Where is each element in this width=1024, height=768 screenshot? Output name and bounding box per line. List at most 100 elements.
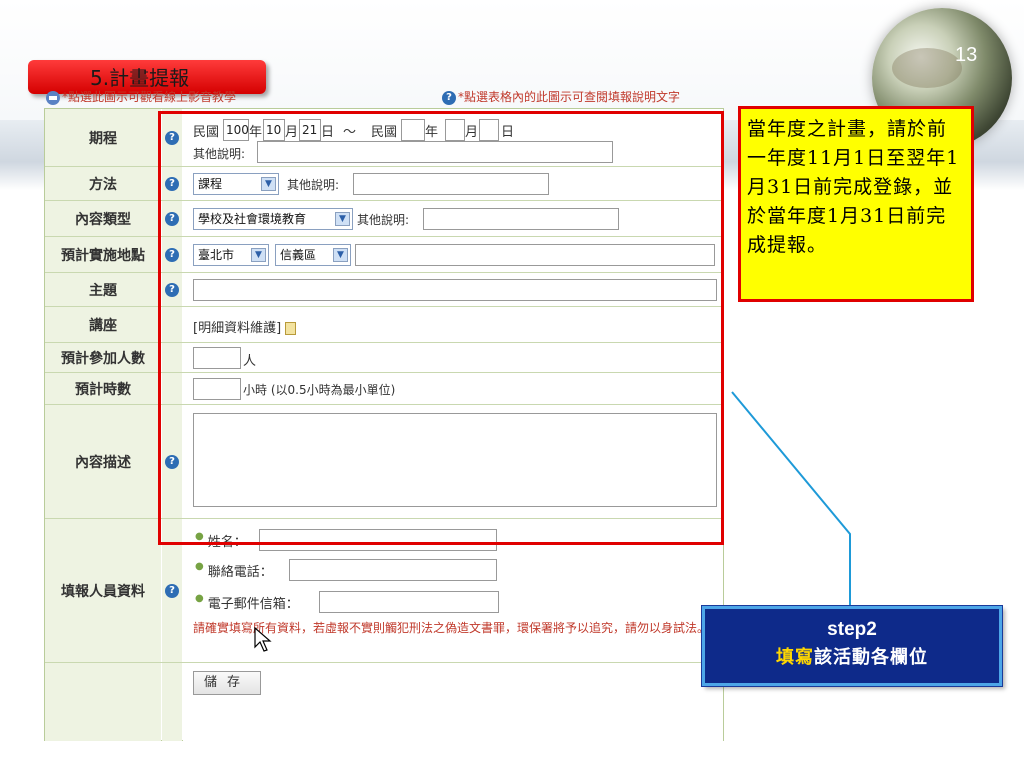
field-value: 儲存	[183, 663, 723, 741]
month-unit: 月	[465, 125, 479, 140]
range-tilde: ～	[343, 125, 357, 140]
field-label: 內容描述	[45, 405, 161, 518]
method-select[interactable]: 課程 ▼	[193, 173, 279, 195]
mouse-cursor-icon	[254, 627, 272, 652]
period-other-input[interactable]	[257, 141, 613, 163]
lecture-maintain-link[interactable]: [明細資料維護]	[193, 317, 297, 336]
field-label: 主題	[45, 273, 161, 306]
video-tutorial-link[interactable]: *點選此圖示可觀看線上影音教學	[46, 88, 236, 105]
year-unit: 年	[425, 125, 439, 140]
name-label: ● 姓名：	[195, 531, 247, 550]
help-icon[interactable]: ?	[162, 405, 182, 518]
chevron-down-icon: ▼	[251, 248, 266, 262]
form-row-location: 預計實施地點 ? 臺北市 ▼ 信義區 ▼	[45, 237, 723, 273]
end-year-input[interactable]	[401, 119, 425, 141]
chevron-down-icon: ▼	[333, 248, 348, 262]
help-icon[interactable]: ?	[162, 201, 182, 236]
step-subtitle: 填寫該活動各欄位	[776, 647, 928, 668]
help-links-row: *點選此圖示可觀看線上影音教學 ? *點選表格內的此圖示可查閱填報說明文字	[44, 88, 724, 108]
city-select[interactable]: 臺北市 ▼	[193, 244, 269, 266]
form-row-description: 內容描述 ?	[45, 405, 723, 519]
other-label: 其他說明:	[287, 178, 340, 192]
form-row-topic: 主題 ?	[45, 273, 723, 307]
form-row-method: 方法 ? 課程 ▼ 其他說明:	[45, 167, 723, 201]
end-day-input[interactable]	[479, 119, 499, 141]
field-label: 期程	[45, 109, 161, 166]
roc-prefix: 民國	[371, 125, 398, 140]
start-month-input[interactable]: 10	[263, 119, 285, 141]
content-type-other-input[interactable]	[423, 208, 619, 230]
form-row-hours: 預計時數 小時 (以0.5小時為最小單位)	[45, 373, 723, 405]
help-text-link[interactable]: ? *點選表格內的此圖示可查閱填報說明文字	[442, 88, 680, 105]
field-label: 預計實施地點	[45, 237, 161, 272]
document-icon	[285, 322, 297, 335]
roc-prefix: 民國	[193, 125, 220, 140]
year-unit: 年	[249, 125, 263, 140]
step-callout: step2 填寫該活動各欄位	[701, 605, 1003, 687]
topic-input[interactable]	[193, 279, 717, 301]
field-label: 方法	[45, 167, 161, 200]
end-month-input[interactable]	[445, 119, 465, 141]
hours-input[interactable]	[193, 378, 241, 400]
field-value: 民國 100 年 10 月 21 日 ～ 民國 年 月 日 其他說明:	[183, 109, 723, 166]
field-label: 預計時數	[45, 373, 161, 404]
slide-title: 5.計畫提報	[90, 66, 190, 90]
chevron-down-icon: ▼	[261, 177, 276, 191]
participants-unit: 人	[243, 354, 257, 369]
email-label: ● 電子郵件信箱：	[195, 593, 299, 612]
content-type-select[interactable]: 學校及社會環境教育 ▼	[193, 208, 353, 230]
field-label: 預計參加人數	[45, 343, 161, 372]
other-label: 其他說明:	[193, 147, 246, 161]
phone-label: ● 聯絡電話：	[195, 561, 273, 580]
help-column	[162, 663, 182, 741]
help-icon[interactable]: ?	[162, 109, 182, 166]
name-input[interactable]	[259, 529, 497, 551]
save-button[interactable]: 儲存	[193, 671, 261, 695]
deadline-note: 當年度之計畫，請於前一年度11月1日至翌年1月31日前完成登錄，並於當年度1月3…	[738, 106, 974, 302]
help-icon[interactable]: ?	[162, 167, 182, 200]
day-unit: 日	[321, 125, 335, 140]
description-textarea[interactable]	[193, 413, 717, 507]
field-value: 臺北市 ▼ 信義區 ▼	[183, 237, 723, 272]
help-icon[interactable]: ?	[162, 519, 182, 662]
form-row-save: 儲存	[45, 663, 723, 741]
address-input[interactable]	[355, 244, 715, 266]
field-label-empty	[45, 663, 161, 741]
help-column	[162, 307, 182, 342]
field-value: [明細資料維護]	[183, 307, 723, 342]
form-row-lecture: 講座 [明細資料維護]	[45, 307, 723, 343]
field-value	[183, 273, 723, 306]
field-label: 填報人員資料	[45, 519, 161, 662]
help-icon[interactable]: ?	[162, 273, 182, 306]
form-row-period: 期程 ? 民國 100 年 10 月 21 日 ～ 民國 年 月 日 其他說明:	[45, 109, 723, 167]
help-column	[162, 343, 182, 372]
field-value: 小時 (以0.5小時為最小單位)	[183, 373, 723, 404]
field-value	[183, 405, 723, 518]
phone-input[interactable]	[289, 559, 497, 581]
plan-report-form: 期程 ? 民國 100 年 10 月 21 日 ～ 民國 年 月 日 其他說明:…	[44, 108, 724, 741]
other-label: 其他說明:	[357, 213, 410, 227]
field-value: 課程 ▼ 其他說明:	[183, 167, 723, 200]
field-value: 人	[183, 343, 723, 372]
help-icon[interactable]: ?	[162, 237, 182, 272]
day-unit: 日	[501, 125, 515, 140]
chevron-down-icon: ▼	[335, 212, 350, 226]
step-title: step2	[827, 619, 877, 640]
email-input[interactable]	[319, 591, 499, 613]
field-label: 講座	[45, 307, 161, 342]
method-other-input[interactable]	[353, 173, 549, 195]
district-select[interactable]: 信義區 ▼	[275, 244, 351, 266]
form-row-content-type: 內容類型 ? 學校及社會環境教育 ▼ 其他說明:	[45, 201, 723, 237]
form-row-participants: 預計參加人數 人	[45, 343, 723, 373]
hours-unit: 小時 (以0.5小時為最小單位)	[243, 383, 396, 397]
participants-input[interactable]	[193, 347, 241, 369]
field-label: 內容類型	[45, 201, 161, 236]
page-number: 13	[955, 44, 978, 66]
help-column	[162, 373, 182, 404]
month-unit: 月	[285, 125, 299, 140]
video-icon	[46, 90, 60, 105]
start-year-input[interactable]: 100	[223, 119, 249, 141]
field-value: 學校及社會環境教育 ▼ 其他說明:	[183, 201, 723, 236]
start-day-input[interactable]: 21	[299, 119, 321, 141]
form-row-reporter: 填報人員資料 ? ● 姓名： ● 聯絡電話： ● 電子郵件信箱： 請確實填寫所有資料，…	[45, 519, 723, 663]
